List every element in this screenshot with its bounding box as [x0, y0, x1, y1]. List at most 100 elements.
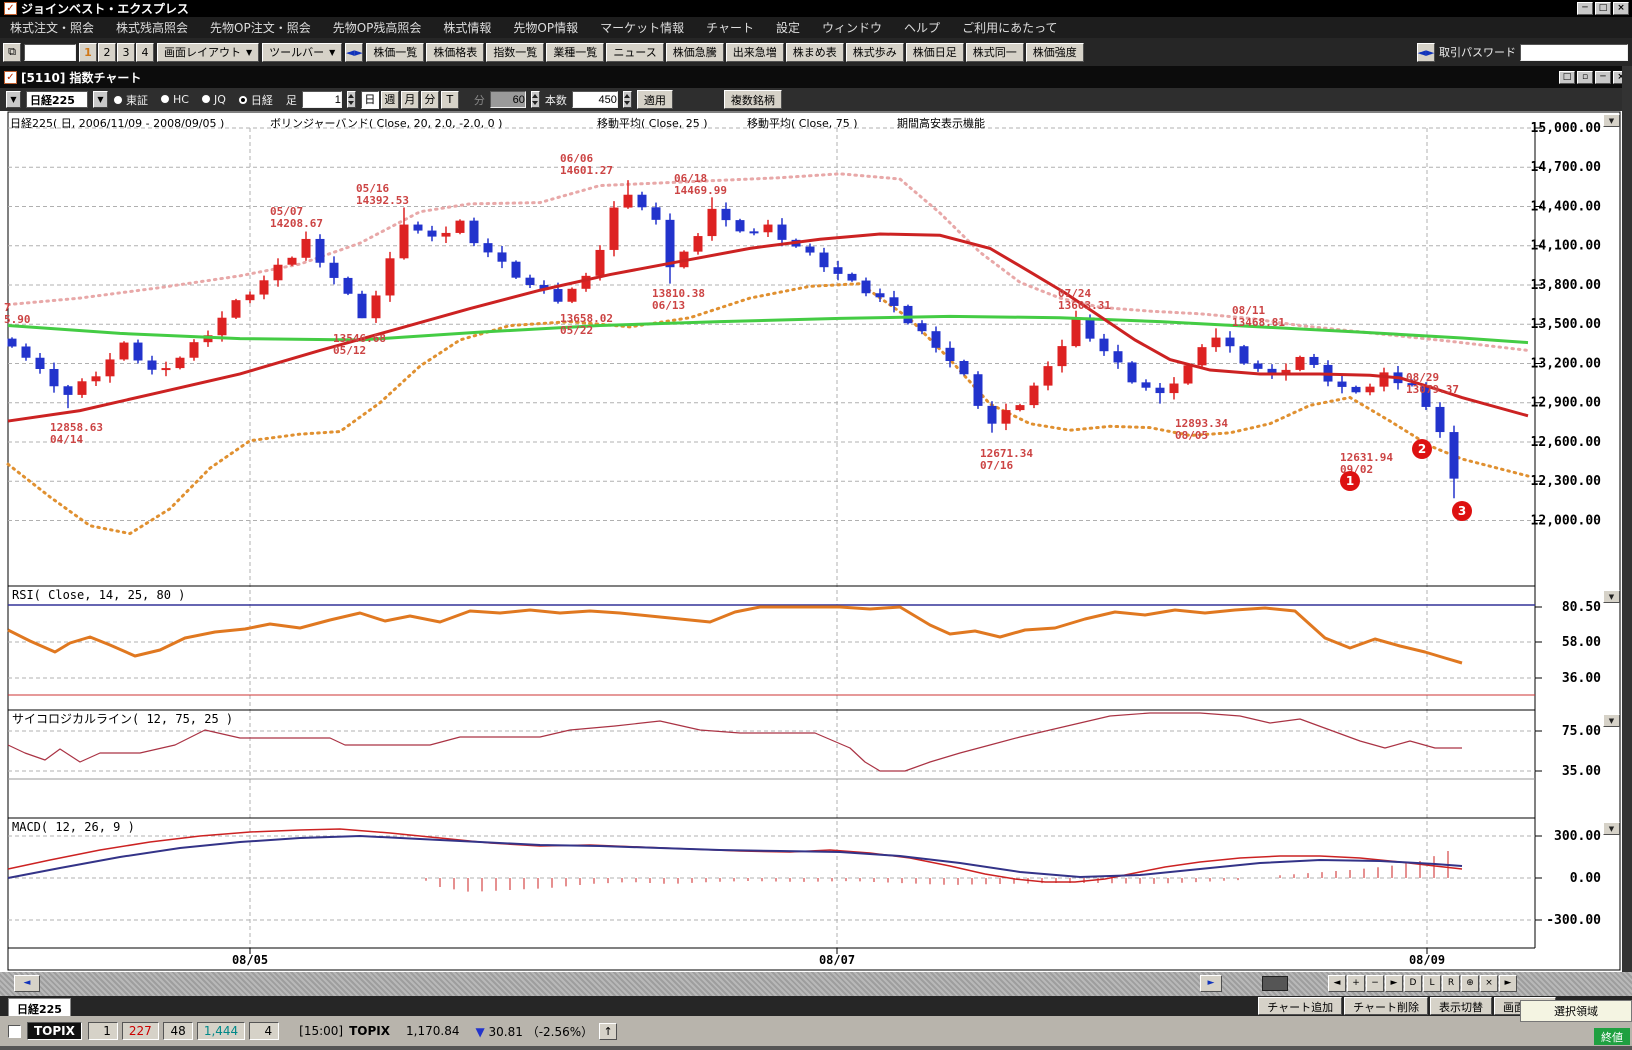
layout-icon[interactable]: ⧉: [3, 43, 21, 62]
svg-text:13079.37: 13079.37: [1406, 383, 1459, 396]
chart-zoom-button[interactable]: L: [1423, 975, 1441, 992]
collapse-up-button[interactable]: ↑: [599, 1023, 617, 1040]
chart-window-button[interactable]: □: [1559, 71, 1575, 84]
svg-text:12,900.00: 12,900.00: [1531, 396, 1602, 411]
count-spinner[interactable]: [623, 91, 632, 108]
status-change: 30.81 （-2.56%）: [489, 1025, 594, 1039]
layout-number-button[interactable]: 2: [98, 43, 116, 62]
panel-dropdown-button[interactable]: ▼: [1603, 590, 1620, 603]
tool-button[interactable]: 業種一覧: [546, 43, 604, 62]
market-radio[interactable]: HC: [160, 93, 189, 106]
chart-window-button[interactable]: ─: [1595, 71, 1611, 84]
tab-nikkei225[interactable]: 日経225: [8, 998, 71, 1016]
tool-button[interactable]: 出来急増: [726, 43, 784, 62]
svg-text:07/16: 07/16: [980, 459, 1013, 472]
chart-zoom-button[interactable]: ×: [1480, 975, 1498, 992]
market-radio[interactable]: JQ: [201, 93, 226, 106]
svg-text:14,700.00: 14,700.00: [1531, 160, 1602, 175]
status-checkbox[interactable]: [8, 1025, 21, 1038]
tool-button[interactable]: ニュース: [606, 43, 663, 62]
menu-item[interactable]: ウィンドウ: [822, 19, 882, 36]
panel-dropdown-button[interactable]: ▼: [1603, 714, 1620, 727]
ashi-spinner[interactable]: [347, 91, 356, 108]
svg-text:3: 3: [1458, 504, 1466, 518]
menu-item[interactable]: 先物OP残高照会: [333, 19, 422, 36]
chart-footer-button[interactable]: チャート追加: [1258, 997, 1342, 1015]
window-button[interactable]: ×: [1613, 2, 1629, 15]
tool-button[interactable]: 株まめ表: [786, 43, 844, 62]
svg-text:12,600.00: 12,600.00: [1531, 435, 1602, 450]
svg-text:13603.31: 13603.31: [1058, 299, 1111, 312]
menu-item[interactable]: ご利用にあたって: [962, 19, 1057, 36]
password-input[interactable]: [1520, 44, 1628, 61]
chart-footer-button[interactable]: チャート削除: [1344, 997, 1428, 1015]
apply-button[interactable]: 適用: [637, 90, 673, 109]
tool-button[interactable]: 株価格表: [426, 43, 484, 62]
market-radio[interactable]: 日経: [238, 92, 273, 108]
menu-item[interactable]: 株式残高照会: [116, 19, 188, 36]
menu-item[interactable]: ヘルプ: [904, 19, 940, 36]
status-cell: 1,444: [197, 1022, 245, 1040]
period-button[interactable]: 週: [381, 91, 399, 109]
ashi-input[interactable]: [302, 91, 342, 108]
period-button[interactable]: 日: [361, 91, 379, 109]
menu-item[interactable]: マーケット情報: [600, 19, 684, 36]
layout-number-button[interactable]: 3: [117, 43, 135, 62]
chart-zoom-button[interactable]: ►: [1385, 975, 1403, 992]
scroll-left-button[interactable]: ◄: [14, 975, 40, 992]
chart-zoom-button[interactable]: R: [1442, 975, 1460, 992]
menu-item[interactable]: 先物OP情報: [513, 19, 578, 36]
chart-zoom-button[interactable]: D: [1404, 975, 1422, 992]
layout-number-button[interactable]: 4: [136, 43, 154, 62]
tool-button[interactable]: 株式歩み: [846, 43, 904, 62]
menu-item[interactable]: 株式注文・照会: [10, 19, 94, 36]
period-button[interactable]: 分: [421, 91, 439, 109]
chart-zoom-button[interactable]: −: [1366, 975, 1384, 992]
toolbar-pager-button[interactable]: ◄►: [345, 43, 363, 62]
toolbar-menu[interactable]: ツールバー▼: [262, 43, 342, 62]
menu-item[interactable]: 株式情報: [443, 19, 491, 36]
chart-window-titlebar[interactable]: ✓ [5110] 指数チャート □▫─×: [0, 66, 1632, 88]
chart-zoom-button[interactable]: ⊕: [1461, 975, 1479, 992]
svg-text:08/09: 08/09: [1409, 953, 1445, 967]
chart-scrollbar[interactable]: ◄ ► ◄+−►DLR⊕×►: [0, 972, 1632, 996]
period-button[interactable]: 月: [401, 91, 419, 109]
count-input[interactable]: [572, 91, 618, 108]
panel-dropdown-button[interactable]: ▼: [1603, 114, 1620, 127]
chart-window-button[interactable]: ▫: [1577, 71, 1593, 84]
scroll-right-button[interactable]: ►: [1200, 975, 1222, 992]
menu-item[interactable]: チャート: [706, 19, 754, 36]
tool-button[interactable]: 指数一覧: [486, 43, 544, 62]
window-bottom-border: [0, 1046, 1632, 1050]
menu-bar: 株式注文・照会 株式残高照会 先物OP注文・照会 先物OP残高照会 株式情報 先物OP情報…: [0, 17, 1632, 38]
status-value: 1,170.84: [406, 1024, 459, 1038]
chart-zoom-button[interactable]: ◄: [1328, 975, 1346, 992]
menu-item[interactable]: 先物OP注文・照会: [210, 19, 311, 36]
pager-button[interactable]: ◄►: [1417, 43, 1435, 62]
window-button[interactable]: □: [1595, 2, 1611, 15]
period-button[interactable]: T: [441, 91, 459, 109]
chart-zoom-button[interactable]: +: [1347, 975, 1365, 992]
tool-button[interactable]: 株価強度: [1026, 43, 1084, 62]
tool-button[interactable]: 株価一覧: [366, 43, 424, 62]
menu-item[interactable]: 設定: [776, 19, 800, 36]
tool-button[interactable]: 株価急騰: [666, 43, 724, 62]
chart-zoom-button[interactable]: ►: [1499, 975, 1517, 992]
chart-footer-button[interactable]: 表示切替: [1430, 997, 1492, 1015]
screen-layout-menu[interactable]: 画面レイアウト▼: [157, 43, 259, 62]
svg-text:80.50: 80.50: [1562, 600, 1601, 615]
symbol-combo-arrow[interactable]: ▼: [93, 91, 108, 108]
svg-text:36.00: 36.00: [1562, 671, 1601, 686]
radio-icon: [160, 94, 170, 104]
scrollbar-thumb[interactable]: [1262, 976, 1288, 991]
panel-dropdown-button[interactable]: ▼: [1603, 822, 1620, 835]
symbol-quick-input[interactable]: [24, 44, 76, 61]
symbol-combo[interactable]: 日経225: [26, 91, 88, 108]
window-button[interactable]: ─: [1577, 2, 1593, 15]
layout-number-button[interactable]: 1: [79, 43, 97, 62]
market-radio[interactable]: 東証: [113, 92, 148, 108]
chart-menu-button[interactable]: ▼: [6, 91, 21, 108]
tool-button[interactable]: 株式同一: [966, 43, 1024, 62]
multi-symbol-button[interactable]: 複数銘柄: [724, 90, 782, 109]
tool-button[interactable]: 株価日足: [906, 43, 964, 62]
